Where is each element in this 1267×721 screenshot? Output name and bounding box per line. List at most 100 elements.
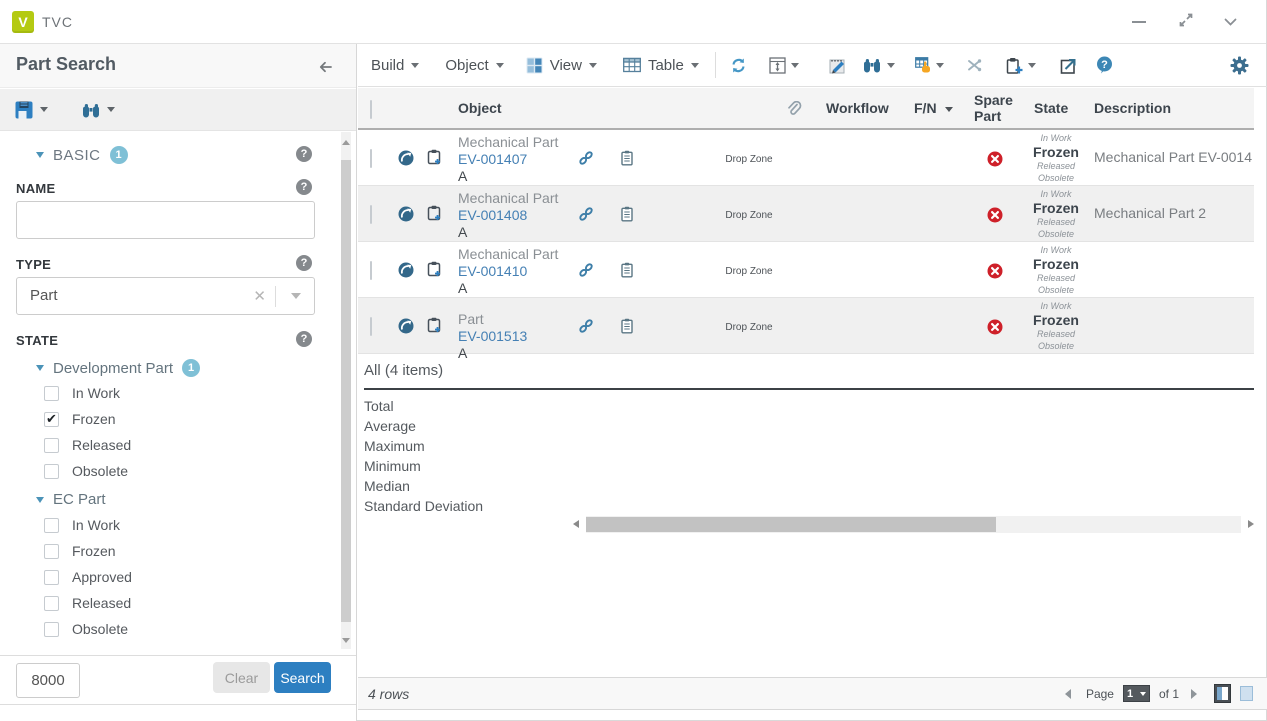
previous-page-icon[interactable]	[1065, 689, 1071, 699]
column-description[interactable]: Description	[1094, 100, 1171, 116]
paperclip-icon[interactable]	[786, 101, 802, 117]
checkbox[interactable]	[44, 544, 59, 559]
help-icon[interactable]: ?	[296, 179, 312, 195]
checkbox[interactable]	[44, 570, 59, 585]
scrollbar-thumb[interactable]	[586, 517, 996, 532]
help-icon[interactable]: ?	[296, 331, 312, 347]
checkbox[interactable]	[44, 438, 59, 453]
part-link[interactable]: EV-001513	[458, 328, 527, 344]
workflow-drop-zone[interactable]: Drop Zone	[689, 266, 809, 277]
checkbox-row[interactable]: In Work	[44, 385, 120, 401]
lifecycle-icon[interactable]	[398, 318, 414, 334]
checkbox-row[interactable]: Released	[44, 595, 131, 611]
checkbox-label[interactable]: Released	[72, 437, 131, 453]
checkbox-row[interactable]: Frozen	[44, 411, 116, 427]
row-height-button[interactable]	[769, 57, 799, 74]
checkbox[interactable]	[44, 622, 59, 637]
object-menu[interactable]: Object	[445, 57, 503, 74]
split-page-view-icon[interactable]	[1240, 686, 1253, 701]
lifecycle-icon[interactable]	[398, 150, 414, 166]
checkbox-label[interactable]: Obsolete	[72, 621, 128, 637]
column-state[interactable]: State	[1034, 100, 1068, 116]
minimize-icon[interactable]	[1132, 21, 1146, 23]
help-icon[interactable]: ?	[296, 255, 312, 271]
clipboard-add-button[interactable]	[1005, 57, 1036, 74]
help-icon[interactable]	[1096, 56, 1113, 74]
column-fn[interactable]: F/N	[914, 100, 953, 116]
type-combobox[interactable]: Part ✕	[16, 277, 315, 315]
row-checkbox[interactable]	[370, 149, 372, 168]
section-basic[interactable]: BASIC 1	[36, 146, 128, 164]
checkbox-row[interactable]: In Work	[44, 517, 120, 533]
checkbox[interactable]	[44, 518, 59, 533]
link-icon[interactable]	[578, 206, 594, 222]
part-link[interactable]: EV-001410	[458, 263, 527, 279]
scrollbar-thumb[interactable]	[341, 160, 351, 622]
part-link[interactable]: EV-001408	[458, 207, 527, 223]
settings-gear-icon[interactable]	[1230, 56, 1249, 75]
single-page-view-icon[interactable]	[1214, 684, 1231, 703]
checkbox-row[interactable]: Approved	[44, 569, 132, 585]
page-select[interactable]: 1	[1123, 685, 1150, 702]
expand-icon[interactable]	[1178, 12, 1194, 28]
build-menu[interactable]: Build	[371, 57, 419, 74]
state-group-ec-part[interactable]: EC Part	[36, 491, 106, 508]
scroll-up-icon[interactable]	[342, 140, 350, 145]
checkbox-row[interactable]: Frozen	[44, 543, 116, 559]
refresh-icon[interactable]	[730, 57, 747, 74]
clipboard-add-icon[interactable]	[426, 261, 443, 278]
save-search-button[interactable]	[15, 101, 48, 119]
lifecycle-icon[interactable]	[398, 262, 414, 278]
checkbox-label[interactable]: Frozen	[72, 411, 116, 427]
table-menu[interactable]: Table	[623, 57, 699, 74]
find-button[interactable]	[863, 57, 895, 74]
checkbox-row[interactable]: Obsolete	[44, 463, 128, 479]
clear-type-icon[interactable]: ✕	[253, 287, 266, 305]
checkbox[interactable]	[44, 386, 59, 401]
horizontal-scrollbar[interactable]	[571, 516, 1254, 533]
clipboard-icon[interactable]	[619, 318, 635, 334]
checkbox[interactable]	[44, 464, 59, 479]
checkbox-label[interactable]: In Work	[72, 517, 120, 533]
checkbox-label[interactable]: Frozen	[72, 543, 116, 559]
checkbox-row[interactable]: Obsolete	[44, 621, 128, 637]
clipboard-add-icon[interactable]	[426, 317, 443, 334]
link-icon[interactable]	[578, 150, 594, 166]
help-icon[interactable]: ?	[296, 146, 312, 162]
checkbox-label[interactable]: Approved	[72, 569, 132, 585]
clipboard-icon[interactable]	[619, 206, 635, 222]
name-input[interactable]	[16, 201, 315, 239]
column-workflow[interactable]: Workflow	[826, 100, 889, 116]
column-object[interactable]: Object	[458, 100, 502, 116]
scroll-down-icon[interactable]	[342, 638, 350, 643]
row-checkbox[interactable]	[370, 317, 372, 336]
clipboard-add-icon[interactable]	[426, 205, 443, 222]
workflow-drop-zone[interactable]: Drop Zone	[689, 322, 809, 333]
column-spare-part[interactable]: Spare Part	[974, 92, 1020, 124]
next-page-icon[interactable]	[1191, 689, 1197, 699]
checkbox[interactable]	[44, 596, 59, 611]
checkbox-label[interactable]: In Work	[72, 385, 120, 401]
result-limit-input[interactable]	[16, 663, 80, 698]
row-checkbox[interactable]	[370, 205, 372, 224]
scroll-left-icon[interactable]	[573, 520, 579, 528]
clipboard-icon[interactable]	[619, 262, 635, 278]
state-group-development-part[interactable]: Development Part 1	[36, 359, 200, 377]
table-select-button[interactable]	[915, 57, 944, 73]
search-button[interactable]: Search	[274, 662, 331, 693]
edit-icon[interactable]	[829, 57, 846, 74]
row-checkbox[interactable]	[370, 261, 372, 280]
checkbox[interactable]	[44, 412, 59, 427]
workflow-drop-zone[interactable]: Drop Zone	[689, 154, 809, 165]
select-all-checkbox[interactable]	[370, 100, 372, 119]
view-menu[interactable]: View	[526, 57, 597, 74]
checkbox-label[interactable]: Released	[72, 595, 131, 611]
export-icon[interactable]	[1060, 57, 1076, 74]
link-icon[interactable]	[578, 318, 594, 334]
collapse-panel-icon[interactable]	[318, 59, 334, 75]
scroll-right-icon[interactable]	[1248, 520, 1254, 528]
checkbox-row[interactable]: Released	[44, 437, 131, 453]
workflow-drop-zone[interactable]: Drop Zone	[689, 210, 809, 221]
clipboard-icon[interactable]	[619, 150, 635, 166]
chevron-down-icon[interactable]	[1223, 15, 1238, 29]
